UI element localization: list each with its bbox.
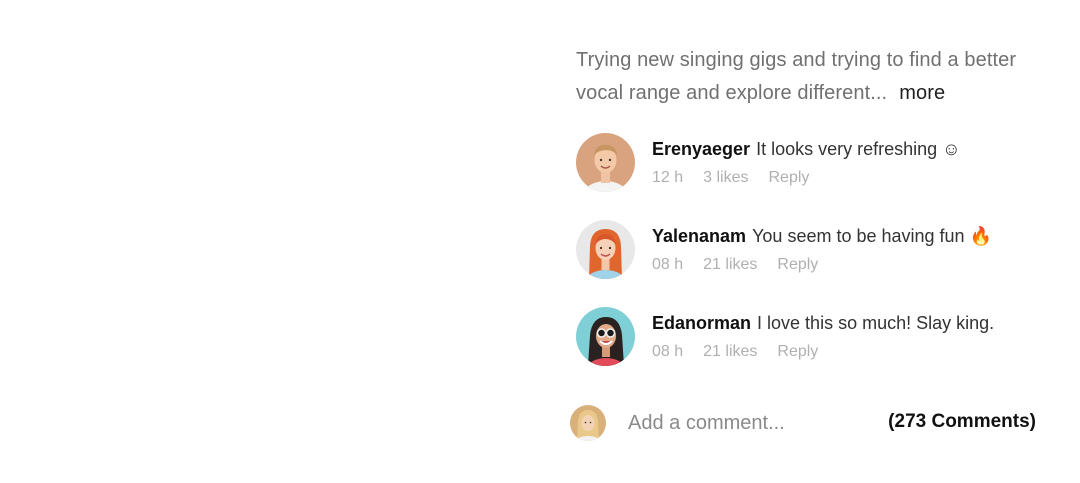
comment-text: You seem to be having fun 🔥: [752, 226, 992, 246]
comment-body: Erenyaeger It looks very refreshing ☺ 12 …: [652, 137, 961, 188]
comment-meta: 08 h 21 likes Reply: [652, 342, 994, 362]
avatar[interactable]: [576, 307, 635, 366]
comment-line: Yalenanam You seem to be having fun 🔥: [652, 224, 992, 248]
comment-input[interactable]: [628, 407, 858, 439]
caption-text: Trying new singing gigs and trying to fi…: [576, 49, 1017, 104]
add-comment-row: (273 Comments): [570, 405, 1036, 441]
comment-item: Erenyaeger It looks very refreshing ☺ 12 …: [576, 133, 1046, 193]
more-link[interactable]: more: [899, 82, 945, 104]
comment-likes[interactable]: 21 likes: [703, 343, 757, 360]
comment-time: 12 h: [652, 169, 684, 186]
comment-time: 08 h: [652, 343, 684, 360]
current-user-avatar: [570, 405, 606, 441]
comments-panel: Trying new singing gigs and trying to fi…: [570, 0, 1056, 483]
comment-line: Edanorman I love this so much! Slay king.: [652, 311, 994, 335]
comment-meta: 12 h 3 likes Reply: [652, 168, 961, 188]
reply-button[interactable]: Reply: [769, 169, 810, 186]
comments-count[interactable]: (273 Comments): [888, 411, 1036, 433]
comment-username[interactable]: Erenyaeger: [652, 139, 750, 159]
comment-username[interactable]: Edanorman: [652, 313, 751, 333]
comment-time: 08 h: [652, 256, 684, 273]
comment-text: I love this so much! Slay king.: [757, 313, 995, 333]
comment-username[interactable]: Yalenanam: [652, 226, 746, 246]
comment-item: Yalenanam You seem to be having fun 🔥 08 …: [576, 220, 1046, 280]
comment-likes[interactable]: 21 likes: [703, 256, 757, 273]
comment-text: It looks very refreshing ☺: [756, 139, 961, 159]
comment-line: Erenyaeger It looks very refreshing ☺: [652, 137, 961, 161]
post-caption: Trying new singing gigs and trying to fi…: [576, 44, 1046, 110]
comment-meta: 08 h 21 likes Reply: [652, 255, 992, 275]
comment-likes[interactable]: 3 likes: [703, 169, 748, 186]
comment-body: Edanorman I love this so much! Slay king.…: [652, 311, 994, 362]
comment-item: Edanorman I love this so much! Slay king.…: [576, 307, 1046, 367]
reply-button[interactable]: Reply: [777, 343, 818, 360]
avatar[interactable]: [576, 133, 635, 192]
reply-button[interactable]: Reply: [777, 256, 818, 273]
comment-body: Yalenanam You seem to be having fun 🔥 08 …: [652, 224, 992, 275]
avatar[interactable]: [576, 220, 635, 279]
